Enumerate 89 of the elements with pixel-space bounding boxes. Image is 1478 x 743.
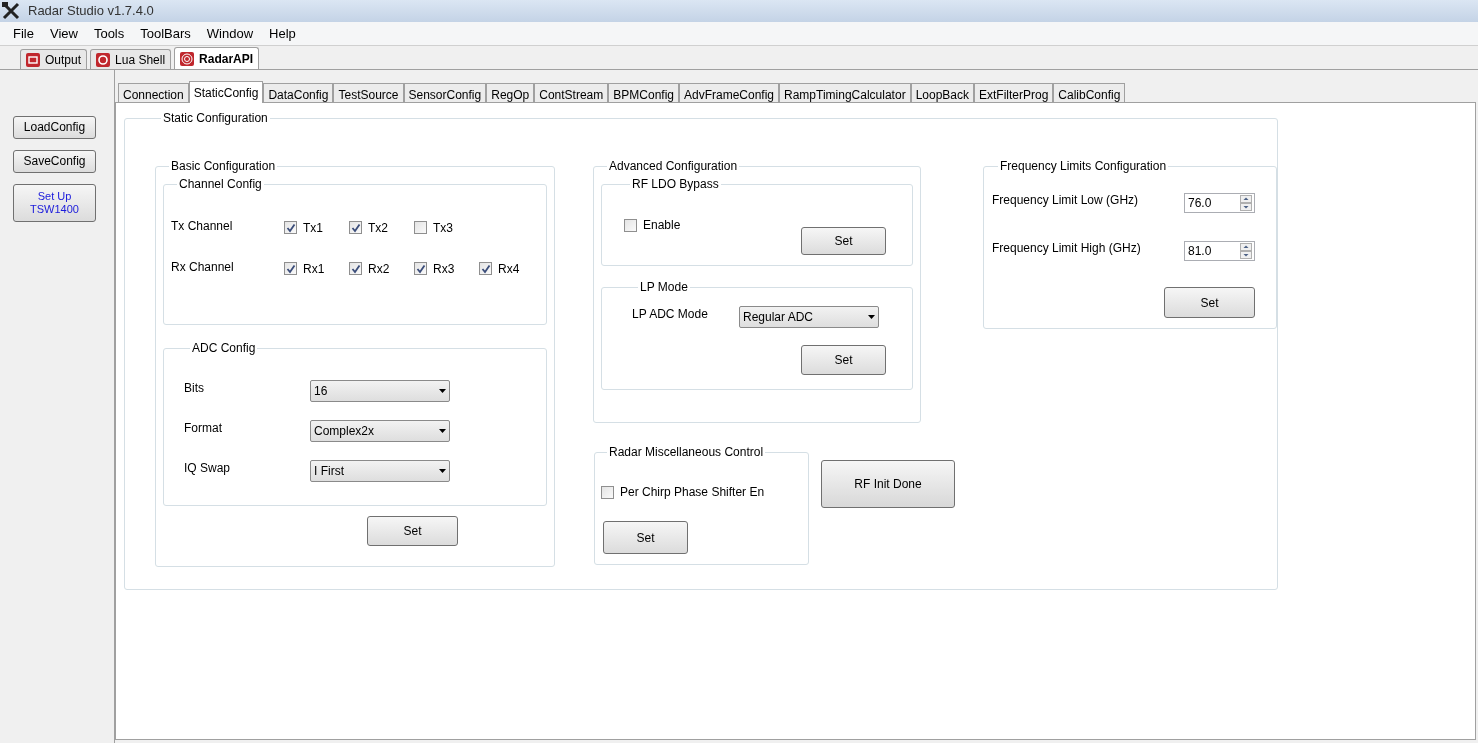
set-button[interactable]: Set xyxy=(603,521,688,554)
tab[interactable]: DataConfig xyxy=(263,83,334,102)
group-title: Frequency Limits Configuration xyxy=(999,158,1168,175)
config-button[interactable]: Set Up TSW1400 xyxy=(13,184,96,222)
shell-icon xyxy=(96,52,111,67)
tab[interactable]: ContStream xyxy=(534,83,609,102)
checkbox-label: Rx1 xyxy=(303,260,325,278)
tab[interactable]: TestSource xyxy=(333,83,404,102)
tools-icon xyxy=(2,2,20,20)
tab[interactable]: CalibConfig xyxy=(1053,83,1126,102)
check-icon xyxy=(285,263,296,274)
config-button[interactable]: SaveConfig xyxy=(13,150,96,173)
group-title: ADC Config xyxy=(191,340,257,357)
group-title: Advanced Configuration xyxy=(608,158,739,175)
tab[interactable]: BPMConfig xyxy=(608,83,679,102)
menu-item[interactable]: File xyxy=(6,23,41,44)
group-title: Channel Config xyxy=(178,176,263,193)
checkbox[interactable] xyxy=(414,262,427,275)
dropdown[interactable]: I First xyxy=(310,460,450,482)
set-button[interactable]: Set xyxy=(1164,287,1255,318)
group-title: Static Configuration xyxy=(162,110,269,127)
check-icon xyxy=(285,222,296,233)
menu-item[interactable]: View xyxy=(42,23,85,44)
tab[interactable]: RegOp xyxy=(486,83,535,102)
caret-icon xyxy=(868,315,875,319)
checkbox[interactable] xyxy=(349,221,362,234)
check-icon xyxy=(350,263,361,274)
field-label: LP ADC Mode xyxy=(632,306,709,323)
tab[interactable]: SensorConfig xyxy=(403,83,487,102)
checkbox[interactable] xyxy=(284,221,297,234)
document-tab[interactable]: Output xyxy=(20,49,88,69)
menu-item[interactable]: ToolBars xyxy=(133,23,198,44)
caret-icon xyxy=(439,389,446,393)
spinner-arrows-icon xyxy=(1240,195,1252,211)
dropdown[interactable]: 16 xyxy=(310,380,450,402)
checkbox-label: Rx3 xyxy=(433,260,455,278)
field-label: Frequency Limit Low (GHz) xyxy=(992,192,1140,209)
menu-item[interactable]: Tools xyxy=(86,23,132,44)
field-label: Format xyxy=(184,420,223,437)
tab[interactable]: ExtFilterProg xyxy=(974,83,1054,102)
checkbox-label: Per Chirp Phase Shifter En xyxy=(620,484,765,501)
set-button[interactable]: Set xyxy=(367,516,458,546)
document-tab[interactable]: Lua Shell xyxy=(90,49,172,69)
group-title: Radar Miscellaneous Control xyxy=(608,444,765,461)
rf-init-done-button[interactable]: RF Init Done xyxy=(821,460,955,508)
checkbox-label: Tx3 xyxy=(433,219,453,237)
field-label: Frequency Limit High (GHz) xyxy=(992,240,1142,257)
checkbox[interactable] xyxy=(414,221,427,234)
set-button[interactable]: Set xyxy=(801,345,886,375)
tab[interactable]: AdvFrameConfig xyxy=(679,83,780,102)
spin-box[interactable]: 76.0 xyxy=(1184,193,1255,213)
checkbox-label: Tx1 xyxy=(303,219,323,237)
checkbox-label: Rx4 xyxy=(498,260,520,278)
checkbox[interactable] xyxy=(601,485,614,499)
spin-box[interactable]: 81.0 xyxy=(1184,241,1255,261)
menu-item[interactable]: Help xyxy=(262,23,303,44)
checkbox[interactable] xyxy=(349,262,362,275)
check-icon xyxy=(350,222,361,233)
set-button[interactable]: Set xyxy=(801,227,886,255)
dropdown[interactable]: Regular ADC xyxy=(739,306,879,328)
caret-icon xyxy=(439,429,446,433)
group-title: Basic Configuration xyxy=(170,158,277,175)
menu-item[interactable]: Window xyxy=(199,23,261,44)
check-icon xyxy=(480,263,491,274)
caret-icon xyxy=(439,469,446,473)
config-button[interactable]: LoadConfig xyxy=(13,116,96,139)
checkbox-label: Enable xyxy=(643,217,681,234)
group-title: RF LDO Bypass xyxy=(631,176,720,193)
checkbox[interactable] xyxy=(284,262,297,275)
tab[interactable]: Connection xyxy=(118,83,189,102)
field-label: Bits xyxy=(184,380,205,397)
window-title: Radar Studio v1.7.4.0 xyxy=(28,2,154,21)
tab[interactable]: StaticConfig xyxy=(188,81,264,103)
checkbox[interactable] xyxy=(624,218,637,232)
checkbox[interactable] xyxy=(479,262,492,275)
tab[interactable]: LoopBack xyxy=(910,83,974,102)
dropdown[interactable]: Complex2x xyxy=(310,420,450,442)
checkbox-label: Tx2 xyxy=(368,219,388,237)
group-title: LP Mode xyxy=(639,279,689,296)
tab[interactable]: RampTimingCalculator xyxy=(779,83,911,102)
check-icon xyxy=(415,263,426,274)
channel-label: Tx Channel xyxy=(171,217,234,235)
spinner-arrows-icon xyxy=(1240,243,1252,259)
channel-label: Rx Channel xyxy=(171,258,235,276)
field-label: IQ Swap xyxy=(184,460,232,477)
checkbox-label: Rx2 xyxy=(368,260,390,278)
document-tab[interactable]: RadarAPI xyxy=(174,47,260,69)
radar-icon xyxy=(180,51,195,66)
output-icon xyxy=(26,52,40,67)
